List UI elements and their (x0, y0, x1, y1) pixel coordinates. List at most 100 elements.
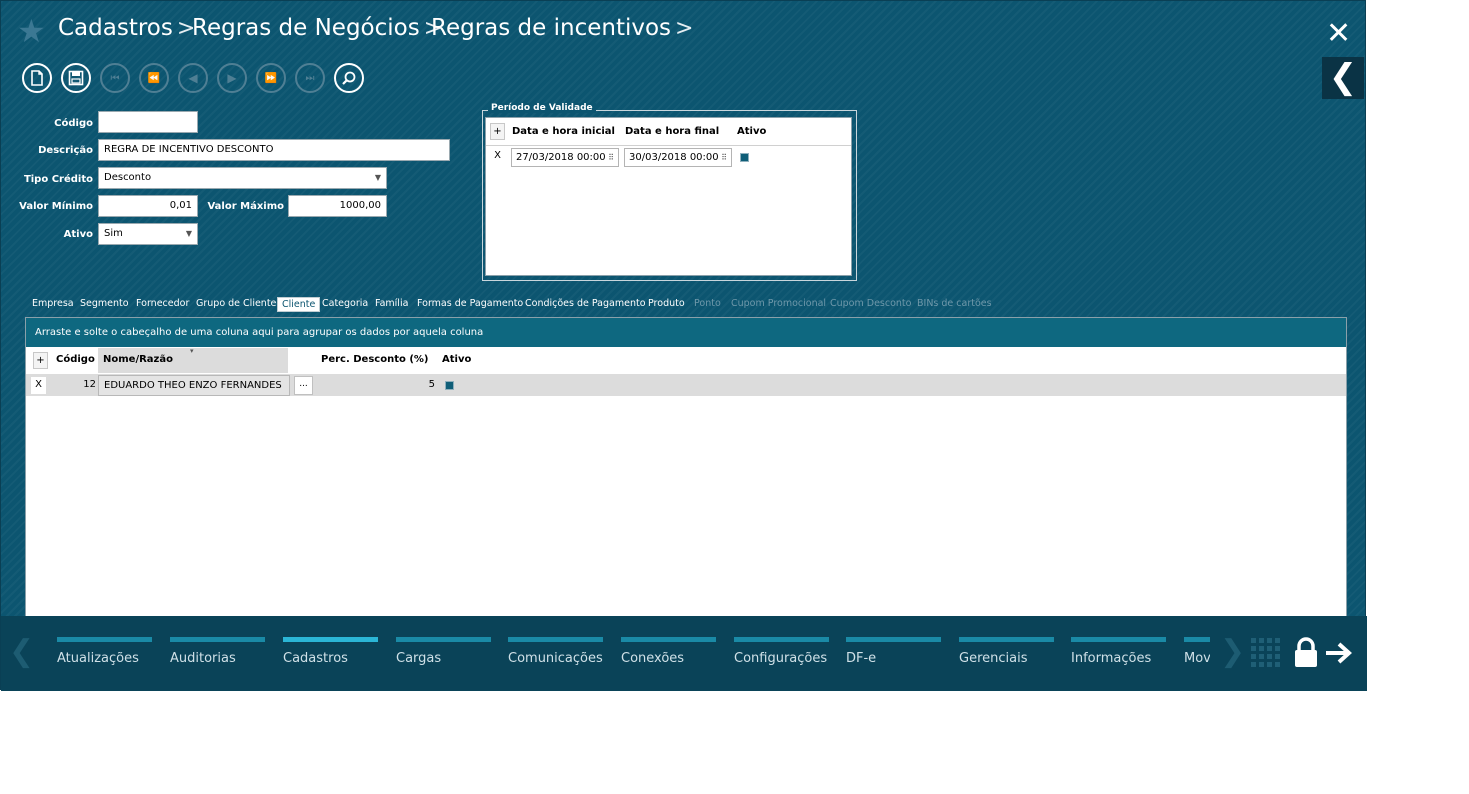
menu-gerenciais[interactable]: Gerenciais (959, 637, 1054, 666)
save-icon (68, 70, 84, 86)
col-codigo-header[interactable]: Código (56, 354, 95, 365)
menu-label: DF-e (846, 651, 877, 666)
scroll-right-icon[interactable]: ❯ (1220, 634, 1245, 669)
ativo-value: Sim (104, 228, 123, 239)
tab-cliente[interactable]: Cliente (277, 297, 321, 312)
menu-label: Cadastros (283, 651, 348, 666)
first-record-button[interactable]: ⏮ (100, 63, 130, 93)
tab-segmento[interactable]: Segmento (80, 298, 129, 309)
menu-cargas[interactable]: Cargas (396, 637, 491, 666)
chevron-down-icon: ▼ (185, 229, 192, 238)
remove-periodo-button[interactable]: X (490, 148, 505, 165)
save-button[interactable] (61, 63, 91, 93)
menu-indicator (170, 637, 265, 642)
new-document-icon (31, 70, 43, 86)
add-periodo-button[interactable]: + (490, 123, 505, 140)
data-inicial-value: 27/03/2018 00:00 (516, 152, 606, 163)
next-record-button[interactable]: ▶ (217, 63, 247, 93)
previous-record-button[interactable]: ◀ (178, 63, 208, 93)
tipo-credito-label: Tipo Crédito (23, 174, 93, 185)
col-ativo-header[interactable]: Ativo (737, 126, 766, 137)
back-button[interactable]: ❮ (1322, 57, 1364, 99)
tipo-credito-select[interactable]: Desconto ▼ (98, 167, 387, 189)
data-final-field[interactable]: 30/03/2018 00:00 ⠿ (624, 148, 732, 167)
breadcrumb-regras-de-incentivos[interactable]: Regras de incentivos > (431, 15, 693, 47)
tab-fornecedor[interactable]: Fornecedor (136, 298, 189, 309)
lock-icon[interactable] (1293, 637, 1319, 668)
periodo-validade-grid: + Data e hora inicial Data e hora final … (485, 117, 852, 276)
fast-forward-icon: ⏩ (264, 72, 278, 84)
menu-indicator (57, 637, 152, 642)
breadcrumb-label: Cadastros (58, 15, 173, 41)
arrow-right-icon[interactable] (1324, 640, 1354, 666)
ativo-select[interactable]: Sim ▼ (98, 223, 198, 245)
cliente-codigo-cell: 12 (83, 379, 96, 390)
tab-familia[interactable]: Família (375, 298, 408, 309)
periodo-ativo-checkbox[interactable] (740, 153, 749, 162)
descricao-field[interactable]: REGRA DE INCENTIVO DESCONTO (98, 139, 450, 161)
tab-grupo-de-cliente[interactable]: Grupo de Cliente (196, 298, 276, 309)
breadcrumb-separator: > (675, 16, 694, 41)
tipo-credito-value: Desconto (104, 172, 152, 183)
previous-page-button[interactable]: ⏪ (139, 63, 169, 93)
menu-cadastros[interactable]: Cadastros (283, 637, 378, 666)
cliente-perc-cell[interactable]: 5 (395, 379, 435, 390)
menu-auditorias[interactable]: Auditorias (170, 637, 265, 666)
next-icon: ▶ (227, 71, 237, 85)
descricao-label: Descrição (38, 145, 93, 156)
data-inicial-field[interactable]: 27/03/2018 00:00 ⠿ (511, 148, 619, 167)
tab-ponto: Ponto (694, 298, 721, 309)
add-cliente-button[interactable]: + (33, 352, 48, 369)
menu-label: Comunicações (508, 651, 603, 666)
menu-label: Mov (1184, 651, 1210, 666)
search-button[interactable] (334, 63, 364, 93)
cliente-ativo-checkbox[interactable] (445, 381, 454, 390)
remove-cliente-button[interactable]: X (31, 377, 46, 394)
menu-configuracoes[interactable]: Configurações (734, 637, 829, 666)
breadcrumb-label: Regras de Negócios (192, 15, 420, 41)
next-page-button[interactable]: ⏩ (256, 63, 286, 93)
chevron-down-icon: ▼ (374, 173, 381, 182)
col-perc-desconto-header[interactable]: Perc. Desconto (%) (321, 354, 429, 365)
star-icon[interactable]: ★ (17, 15, 46, 47)
periodo-validade-legend: Período de Validade (488, 103, 596, 113)
breadcrumb-regras-de-negocios[interactable]: Regras de Negócios > (192, 15, 442, 47)
tab-empresa[interactable]: Empresa (32, 298, 74, 309)
new-button[interactable] (22, 63, 52, 93)
menu-atualizacoes[interactable]: Atualizações (57, 637, 152, 666)
lookup-button[interactable]: ... (294, 376, 313, 395)
col-nome-header-cell[interactable]: Nome/Razão ▾ (98, 347, 288, 373)
col-data-final-header[interactable]: Data e hora final (625, 126, 719, 137)
scroll-left-icon[interactable]: ❮ (9, 634, 34, 669)
group-by-panel[interactable]: Arraste e solte o cabeçalho de uma colun… (26, 318, 1346, 347)
menu-dfe[interactable]: DF-e (846, 637, 941, 666)
menu-indicator (508, 637, 603, 642)
last-record-button[interactable]: ⏭ (295, 63, 325, 93)
tab-produto[interactable]: Produto (648, 298, 685, 309)
tab-formas-de-pagamento[interactable]: Formas de Pagamento (417, 298, 523, 309)
apps-grid-icon[interactable] (1251, 638, 1281, 668)
valor-minimo-label: Valor Mínimo (19, 201, 93, 212)
tab-condicoes-de-pagamento[interactable]: Condições de Pagamento (525, 298, 646, 309)
menu-conexoes[interactable]: Conexões (621, 637, 716, 666)
sort-arrow-icon: ▾ (190, 347, 194, 355)
menu-label: Informações (1071, 651, 1152, 666)
tab-categoria[interactable]: Categoria (322, 298, 368, 309)
calendar-icon[interactable]: ⠿ (608, 149, 614, 166)
menu-informacoes[interactable]: Informações (1071, 637, 1166, 666)
calendar-icon[interactable]: ⠿ (721, 149, 727, 166)
ativo-label: Ativo (63, 229, 93, 240)
search-icon (342, 71, 356, 85)
menu-mov[interactable]: Mov (1184, 637, 1210, 666)
breadcrumb-cadastros[interactable]: Cadastros > (58, 15, 195, 47)
tab-cupom-desconto: Cupom Desconto (830, 298, 912, 309)
codigo-field[interactable] (98, 111, 198, 133)
col-ativo-header[interactable]: Ativo (442, 354, 471, 365)
menu-label: Atualizações (57, 651, 139, 666)
menu-comunicacoes[interactable]: Comunicações (508, 637, 603, 666)
valor-minimo-field[interactable]: 0,01 (98, 195, 198, 217)
valor-maximo-field[interactable]: 1000,00 (288, 195, 387, 217)
col-data-inicial-header[interactable]: Data e hora inicial (512, 126, 615, 137)
cliente-nome-cell[interactable]: EDUARDO THEO ENZO FERNANDES (98, 375, 290, 396)
close-icon[interactable]: ✕ (1326, 19, 1351, 49)
